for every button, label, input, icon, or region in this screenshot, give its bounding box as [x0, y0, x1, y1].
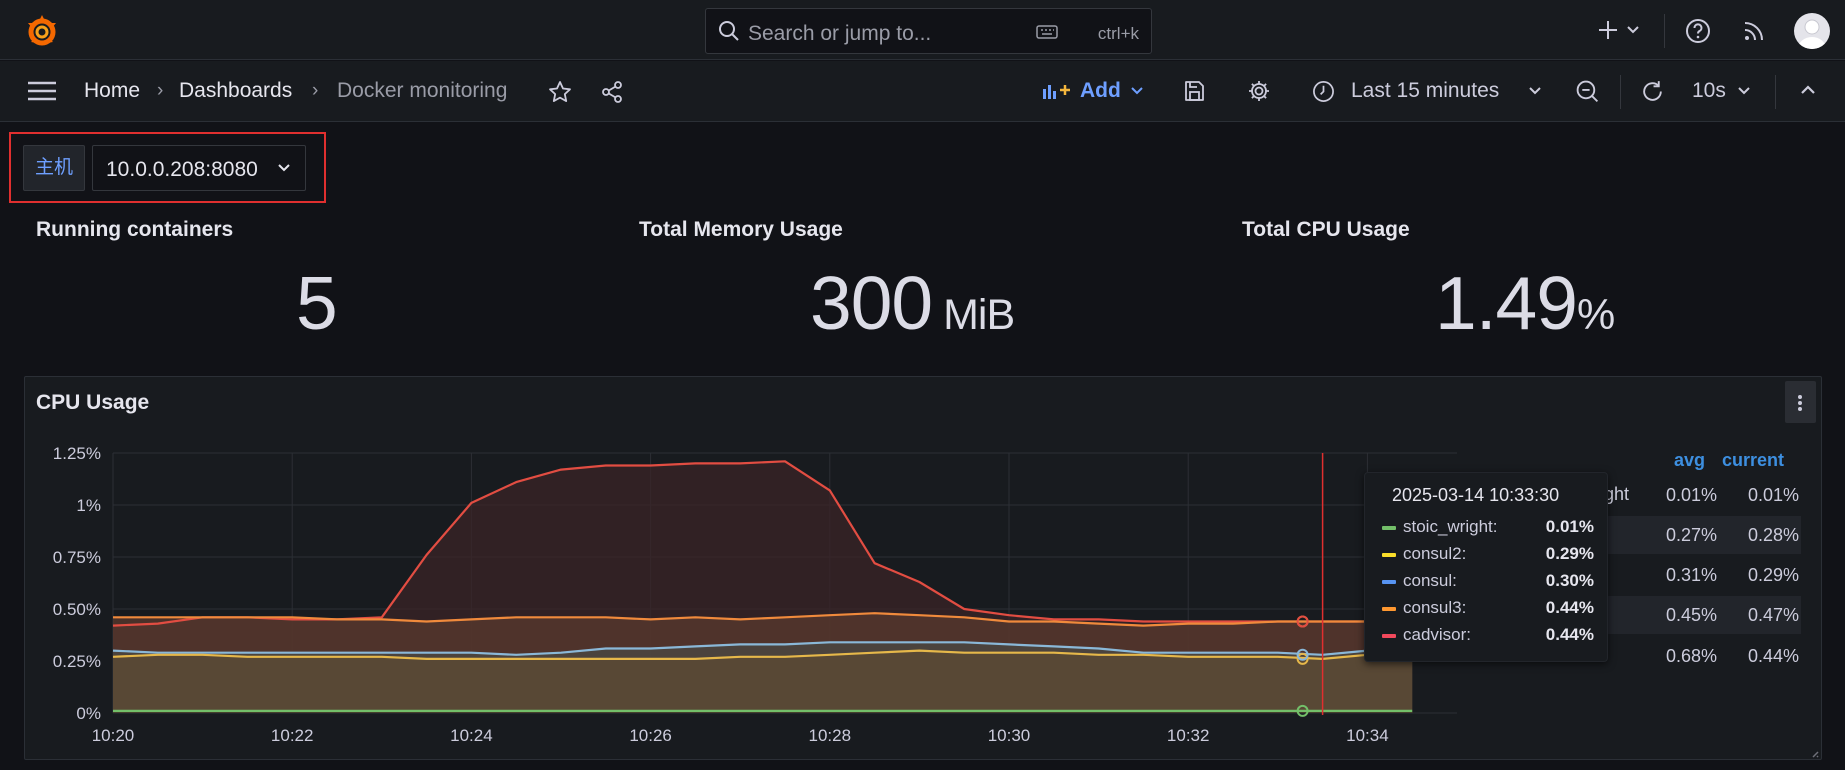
legend-current: 0.01%	[1747, 485, 1799, 505]
x-tick-label: 10:28	[809, 726, 852, 745]
tooltip-time: 2025-03-14 10:33:30	[1392, 485, 1560, 505]
legend-avg: 0.68%	[1665, 646, 1717, 666]
legend-avg: 0.45%	[1665, 605, 1717, 625]
y-tick-label: 0.50%	[53, 600, 101, 619]
legend-avg: 0.31%	[1665, 565, 1717, 585]
series-area-consul2	[113, 650, 1413, 713]
tooltip-row: consul: 0.30%	[1382, 569, 1594, 595]
y-tick-label: 0.75%	[53, 548, 101, 567]
tooltip-row: stoic_wright: 0.01%	[1382, 515, 1594, 541]
series-swatch	[1382, 553, 1396, 557]
tooltip-row: cadvisor: 0.44%	[1382, 623, 1594, 649]
legend-header-current[interactable]: current	[1722, 450, 1784, 471]
tooltip-series-value: 0.44%	[1545, 625, 1594, 644]
tooltip-series-value: 0.01%	[1545, 517, 1594, 536]
tooltip-series-name: cadvisor:	[1403, 625, 1472, 644]
y-tick-label: 1%	[76, 496, 101, 515]
x-tick-label: 10:24	[450, 726, 493, 745]
x-tick-label: 10:26	[629, 726, 672, 745]
x-tick-label: 10:30	[988, 726, 1031, 745]
legend-current: 0.28%	[1747, 525, 1799, 545]
legend-current: 0.44%	[1747, 646, 1799, 666]
y-tick-label: 1.25%	[53, 444, 101, 463]
x-tick-label: 10:20	[92, 726, 135, 745]
y-tick-label: 0.25%	[53, 652, 101, 671]
series-swatch	[1382, 634, 1396, 638]
x-tick-label: 10:32	[1167, 726, 1210, 745]
series-swatch	[1382, 607, 1396, 611]
series-swatch	[1382, 526, 1396, 530]
tooltip-series-value: 0.30%	[1545, 571, 1594, 590]
tooltip-series-value: 0.44%	[1545, 598, 1594, 617]
tooltip-series-name: consul:	[1403, 571, 1457, 590]
tooltip-row: consul2: 0.29%	[1382, 542, 1594, 568]
tooltip-series-value: 0.29%	[1545, 544, 1594, 563]
tooltip-series-name: consul3:	[1403, 598, 1467, 617]
legend-current: 0.29%	[1747, 565, 1799, 585]
resize-handle-icon	[1812, 751, 1819, 758]
tooltip-series-name: consul2:	[1403, 544, 1467, 563]
series-swatch	[1382, 580, 1396, 584]
x-tick-label: 10:34	[1346, 726, 1389, 745]
legend-avg: 0.01%	[1665, 485, 1717, 505]
legend-avg: 0.27%	[1665, 525, 1717, 545]
legend-header-avg[interactable]: avg	[1674, 450, 1705, 471]
chart-tooltip: 2025-03-14 10:33:30 stoic_wright: 0.01% …	[1364, 472, 1608, 662]
y-tick-label: 0%	[76, 704, 101, 723]
x-tick-label: 10:22	[271, 726, 314, 745]
tooltip-series-name: stoic_wright:	[1403, 517, 1498, 536]
legend-current: 0.47%	[1747, 605, 1799, 625]
tooltip-row: consul3: 0.44%	[1382, 596, 1594, 622]
